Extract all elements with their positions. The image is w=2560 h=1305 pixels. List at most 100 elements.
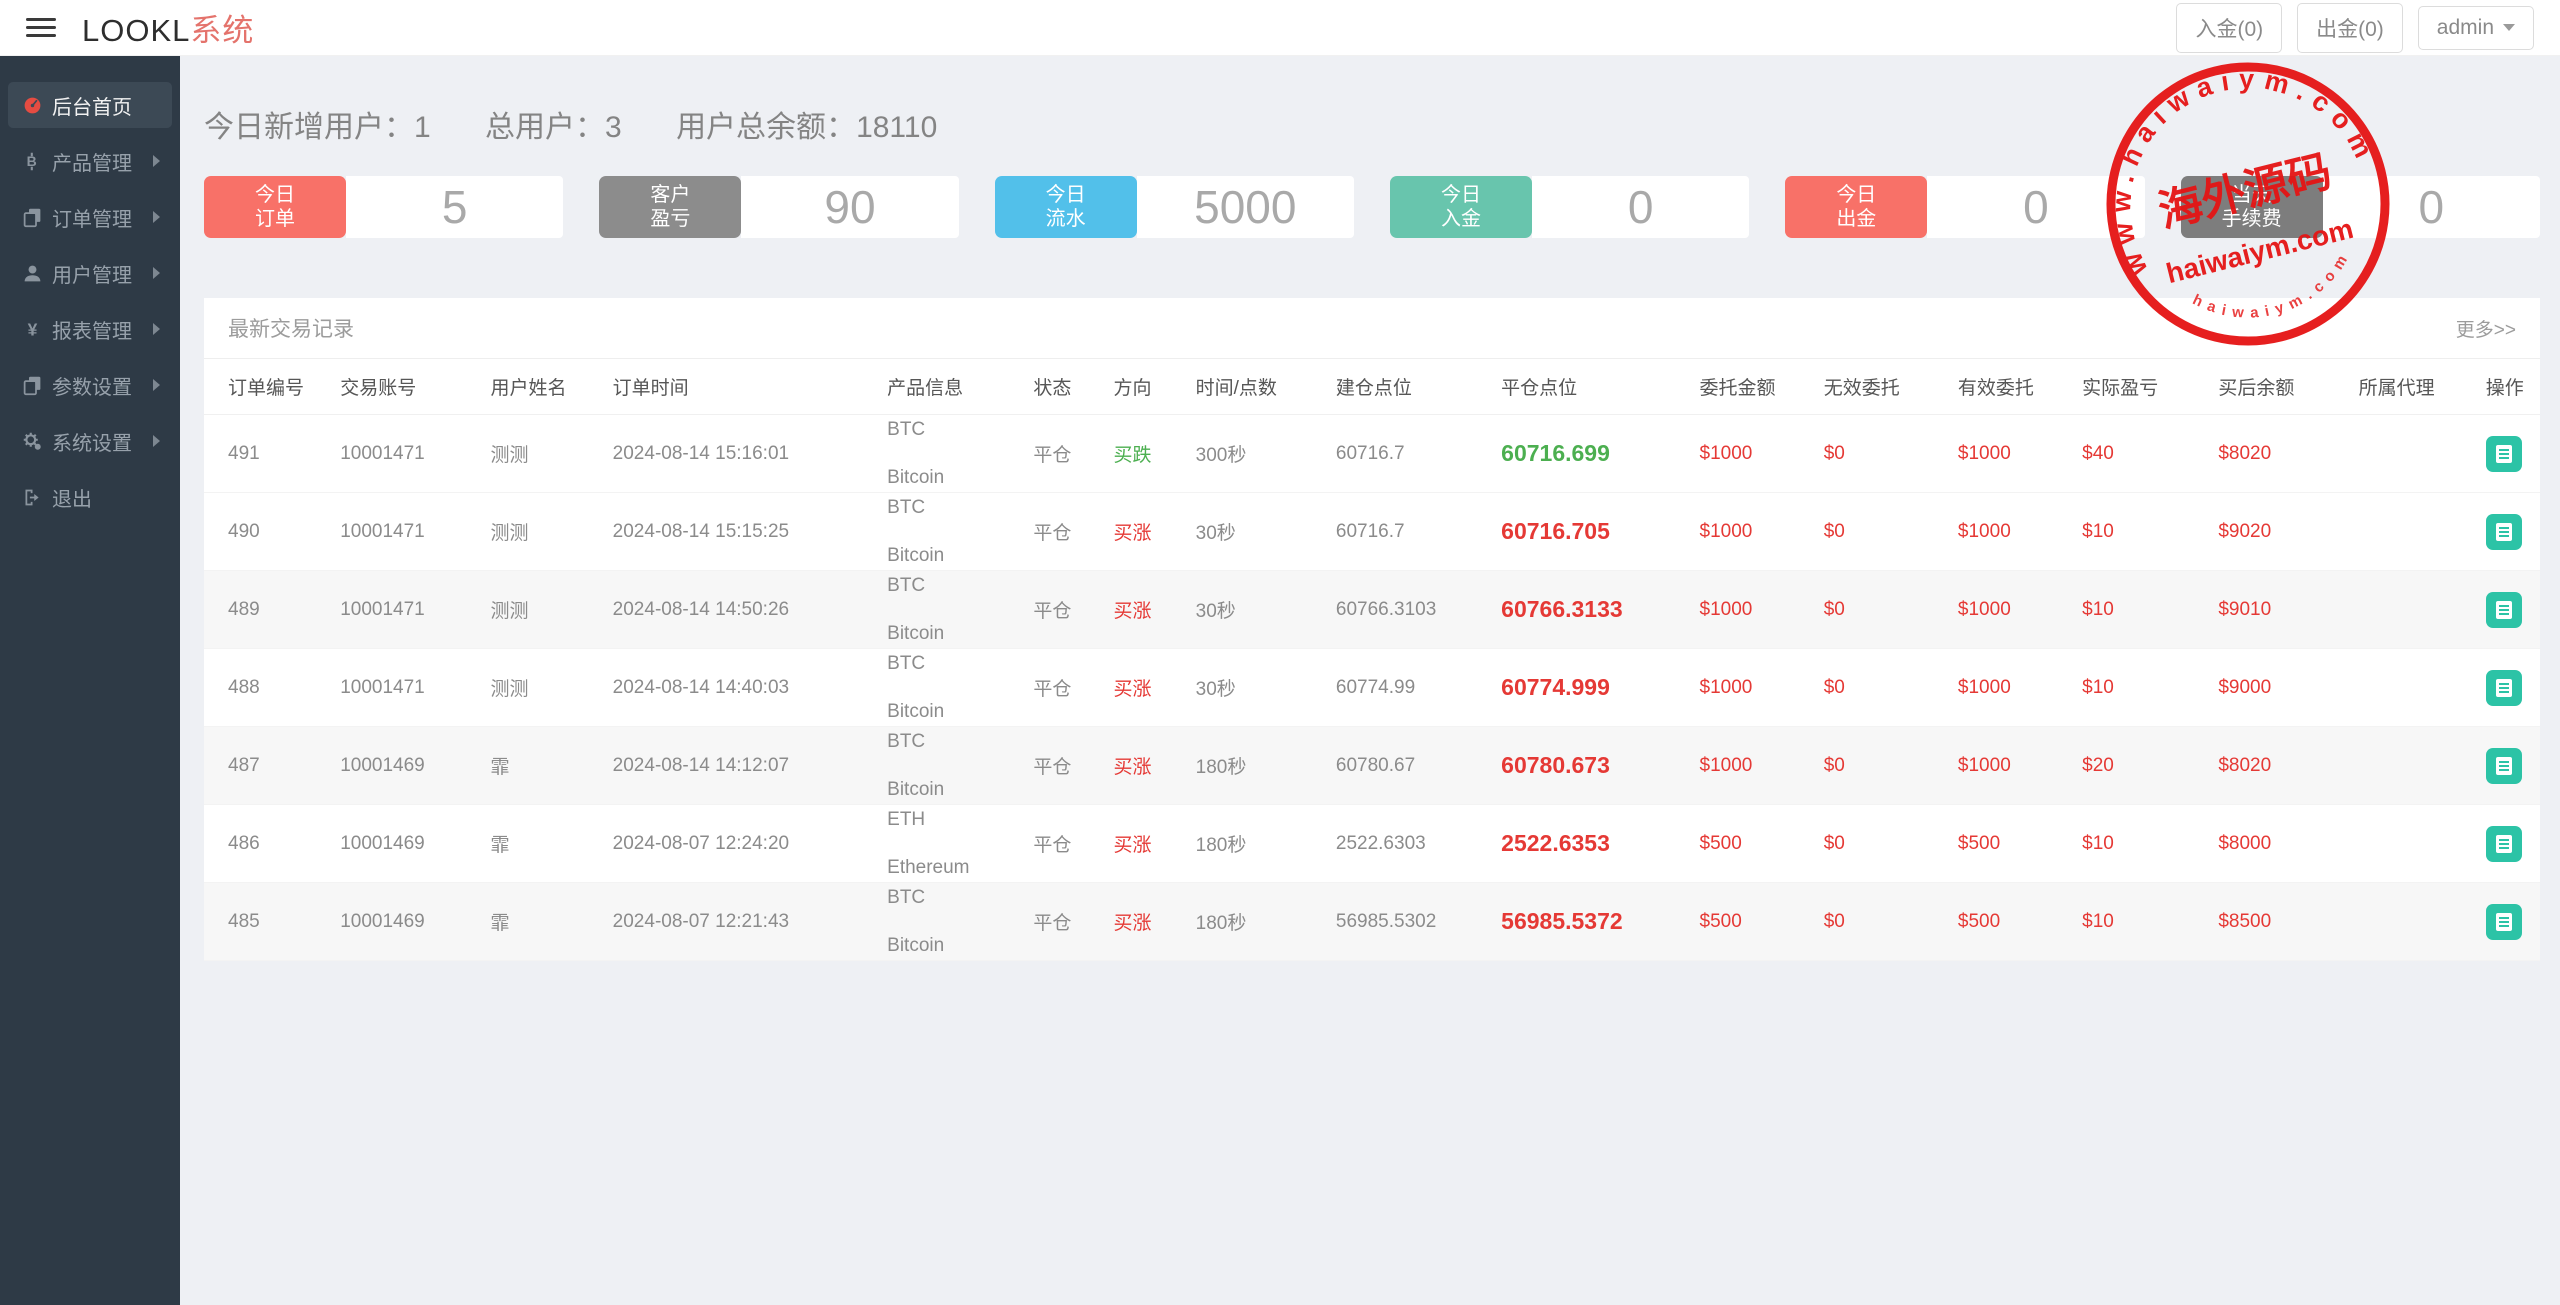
cell-valid: $1000	[1950, 571, 2074, 649]
bitcoin-icon: B	[22, 151, 52, 172]
cell-status: 平仓	[1025, 727, 1105, 805]
cell-agent	[2351, 727, 2478, 805]
summary-stats: 今日新增用户：1 总用户：3 用户总余额：18110	[204, 102, 2540, 146]
table-header-row: 订单编号 交易账号 用户姓名 订单时间 产品信息 状态 方向 时间/点数 建仓点…	[204, 359, 2540, 415]
cell-product: BTC Bitcoin	[879, 727, 1025, 805]
cell-balance: $9020	[2210, 493, 2350, 571]
sidebar-item-params[interactable]: 参数设置	[8, 362, 172, 408]
cell-order-id: 490	[204, 493, 332, 571]
cell-actions	[2478, 805, 2540, 883]
cell-direction: 买涨	[1106, 571, 1188, 649]
cell-agent	[2351, 649, 2478, 727]
sidebar-item-home[interactable]: 后台首页	[8, 82, 172, 128]
admin-dropdown[interactable]: admin	[2418, 6, 2534, 50]
cell-account: 10001471	[332, 649, 482, 727]
cell-actions	[2478, 649, 2540, 727]
deposit-button[interactable]: 入金(0)	[2176, 3, 2282, 53]
cell-order-id: 491	[204, 415, 332, 493]
cell-status: 平仓	[1025, 571, 1105, 649]
chevron-right-icon	[153, 267, 160, 279]
table-row: 490 10001471 测测 2024-08-14 15:15:25 BTC …	[204, 493, 2540, 571]
card-label: 客户盈亏	[599, 176, 741, 238]
cell-profit: $10	[2074, 493, 2210, 571]
svg-text:¥: ¥	[28, 319, 38, 339]
sidebar-item-label: 订单管理	[52, 203, 153, 232]
card-customer-pnl: 客户盈亏 90	[599, 176, 958, 238]
card-today-orders: 今日订单 5	[204, 176, 563, 238]
cell-open-price: 60774.99	[1328, 649, 1493, 727]
cell-close-price: 2522.6353	[1493, 805, 1691, 883]
order-detail-button[interactable]	[2486, 904, 2522, 940]
total-users-label: 总用户：	[485, 111, 605, 144]
withdraw-button[interactable]: 出金(0)	[2297, 3, 2403, 53]
cell-username: 霏	[482, 883, 604, 961]
cell-close-price: 56985.5372	[1493, 883, 1691, 961]
cell-order-id: 487	[204, 727, 332, 805]
sidebar-item-label: 用户管理	[52, 259, 153, 288]
stat-cards-row: 今日订单 5 客户盈亏 90 今日流水 5000 今日入金 0 今日出金 0 当…	[204, 176, 2540, 238]
sidebar-item-reports[interactable]: ¥ 报表管理	[8, 306, 172, 352]
order-detail-button[interactable]	[2486, 592, 2522, 628]
col-agent: 所属代理	[2351, 359, 2478, 415]
order-detail-button[interactable]	[2486, 514, 2522, 550]
col-open-price: 建仓点位	[1328, 359, 1493, 415]
order-detail-button[interactable]	[2486, 670, 2522, 706]
order-detail-button[interactable]	[2486, 436, 2522, 472]
card-label: 今日流水	[995, 176, 1137, 238]
cell-invalid: $0	[1816, 727, 1950, 805]
cell-product: BTC Bitcoin	[879, 571, 1025, 649]
table-row: 485 10001469 霏 2024-08-07 12:21:43 BTC B…	[204, 883, 2540, 961]
sidebar-item-users[interactable]: 用户管理	[8, 250, 172, 296]
chevron-down-icon	[2503, 24, 2515, 31]
cell-balance: $8020	[2210, 415, 2350, 493]
col-duration: 时间/点数	[1188, 359, 1328, 415]
sidebar-item-orders[interactable]: 订单管理	[8, 194, 172, 240]
card-value: 5000	[1137, 176, 1354, 238]
cell-actions	[2478, 493, 2540, 571]
col-order-time: 订单时间	[605, 359, 879, 415]
brand-en: LOOKL	[82, 13, 190, 48]
cell-close-price: 60766.3133	[1493, 571, 1691, 649]
cell-profit: $10	[2074, 571, 2210, 649]
list-icon	[2495, 756, 2513, 776]
cell-status: 平仓	[1025, 805, 1105, 883]
card-value: 90	[741, 176, 958, 238]
hamburger-menu-icon[interactable]	[26, 18, 56, 37]
col-close-price: 平仓点位	[1493, 359, 1691, 415]
col-valid: 有效委托	[1950, 359, 2074, 415]
card-today-deposit: 今日入金 0	[1390, 176, 1749, 238]
orders-icon	[22, 207, 52, 228]
total-users-value: 3	[605, 111, 622, 144]
card-value: 0	[1532, 176, 1749, 238]
cell-username: 测测	[482, 415, 604, 493]
trades-table: 订单编号 交易账号 用户姓名 订单时间 产品信息 状态 方向 时间/点数 建仓点…	[204, 359, 2540, 961]
brand-logo[interactable]: LOOKL系统	[82, 5, 254, 50]
cell-amount: $1000	[1692, 649, 1816, 727]
sidebar-item-system[interactable]: 系统设置	[8, 418, 172, 464]
list-icon	[2495, 522, 2513, 542]
gear-icon	[22, 431, 52, 452]
cell-duration: 180秒	[1188, 883, 1328, 961]
cell-duration: 30秒	[1188, 493, 1328, 571]
cell-balance: $9000	[2210, 649, 2350, 727]
table-row: 491 10001471 测测 2024-08-14 15:16:01 BTC …	[204, 415, 2540, 493]
cell-username: 测测	[482, 571, 604, 649]
cell-order-time: 2024-08-14 14:40:03	[605, 649, 879, 727]
order-detail-button[interactable]	[2486, 748, 2522, 784]
order-detail-button[interactable]	[2486, 826, 2522, 862]
table-row: 489 10001471 测测 2024-08-14 14:50:26 BTC …	[204, 571, 2540, 649]
col-order-id: 订单编号	[204, 359, 332, 415]
more-link[interactable]: 更多>>	[2456, 315, 2516, 342]
list-icon	[2495, 678, 2513, 698]
cell-close-price: 60774.999	[1493, 649, 1691, 727]
chevron-right-icon	[153, 323, 160, 335]
sidebar-item-logout[interactable]: 退出	[8, 474, 172, 520]
sidebar-item-products[interactable]: B 产品管理	[8, 138, 172, 184]
col-balance: 买后余额	[2210, 359, 2350, 415]
yen-icon: ¥	[22, 319, 52, 340]
cell-order-time: 2024-08-07 12:21:43	[605, 883, 879, 961]
cell-duration: 300秒	[1188, 415, 1328, 493]
table-row: 488 10001471 测测 2024-08-14 14:40:03 BTC …	[204, 649, 2540, 727]
sidebar-item-label: 退出	[52, 483, 160, 512]
cell-direction: 买涨	[1106, 883, 1188, 961]
